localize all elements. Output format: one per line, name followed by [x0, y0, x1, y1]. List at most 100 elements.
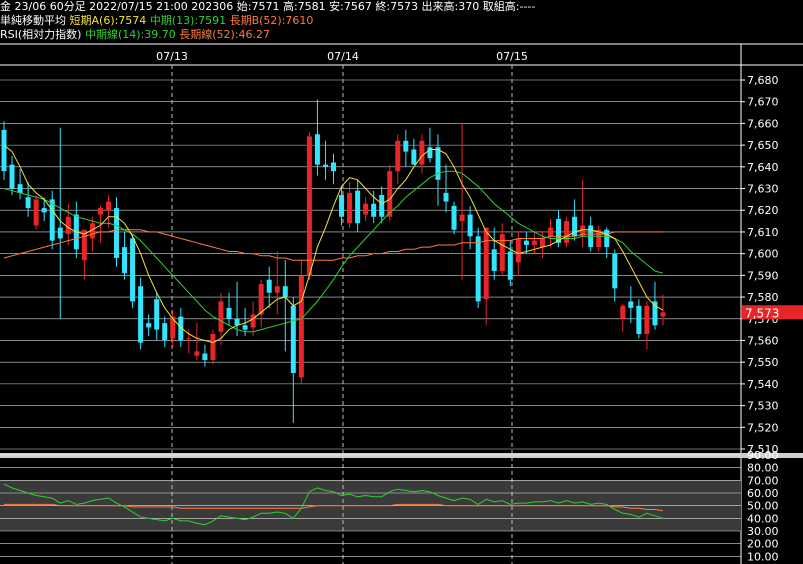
candle-body [25, 197, 31, 209]
rsi-tick-label: 20.00 [747, 538, 779, 551]
candle-body [347, 192, 353, 224]
candle-body [355, 190, 361, 224]
candle-body [49, 199, 55, 241]
candle-body [660, 312, 666, 317]
candle-body [282, 286, 288, 298]
rsi-tick-label: 40.00 [747, 512, 779, 525]
candle-body [387, 171, 393, 217]
candle-body [564, 221, 570, 243]
rsi-tick-label: 90.00 [747, 449, 779, 462]
candle-body [419, 140, 425, 165]
candle-body [290, 305, 296, 374]
price-tick-label: 7,670 [747, 96, 779, 109]
candle-body [636, 305, 642, 334]
candle-body [322, 164, 328, 167]
candle-body [97, 208, 103, 215]
candle-body [395, 140, 401, 172]
candle-body [523, 240, 529, 245]
candle-body [234, 318, 240, 326]
candle-body [1, 129, 7, 172]
rsi-tick-label: 50.00 [747, 500, 779, 513]
rsi-tick-label: 70.00 [747, 474, 779, 487]
date-label: 07/13 [156, 50, 188, 63]
price-tick-label: 7,580 [747, 291, 779, 304]
price-tick-label: 7,600 [747, 248, 779, 261]
candle-body [411, 149, 417, 165]
candle-body [154, 299, 160, 330]
candle-body [274, 286, 280, 293]
candle-body [644, 305, 650, 334]
candle-body [403, 140, 409, 152]
candle-body [298, 275, 304, 378]
candle-body [170, 316, 176, 339]
candle-body [306, 136, 312, 276]
candle-body [114, 208, 120, 258]
candle-body [515, 238, 521, 263]
panel-divider [0, 453, 803, 458]
ma-mid-line [3, 170, 664, 333]
date-label: 07/14 [327, 50, 359, 63]
candle-body [210, 333, 216, 361]
price-tick-label: 7,530 [747, 400, 779, 413]
candle-body [628, 301, 634, 308]
candle-body [218, 301, 224, 332]
price-tick-label: 7,520 [747, 421, 779, 434]
candle-body [483, 227, 489, 300]
candle-body [531, 240, 537, 245]
candle-body [507, 251, 513, 280]
rsi-tick-label: 30.00 [747, 525, 779, 538]
candle-body [339, 195, 345, 217]
candle-body [379, 195, 385, 217]
candle-body [202, 353, 208, 361]
price-chart[interactable]: 7,5107,5207,5307,5407,5507,5607,5707,580… [0, 0, 803, 564]
candle-body [130, 238, 136, 302]
rsi-tick-label: 10.00 [747, 550, 779, 563]
price-tick-label: 7,650 [747, 139, 779, 152]
price-tick-label: 7,640 [747, 161, 779, 174]
price-tick-label: 7,620 [747, 204, 779, 217]
candle-body [162, 323, 168, 341]
candle-body [258, 284, 264, 315]
candle-body [250, 314, 256, 328]
candle-body [612, 253, 618, 289]
candle-body [459, 214, 465, 222]
rsi-tick-label: 60.00 [747, 487, 779, 500]
date-label: 07/15 [496, 50, 528, 63]
candle-body [499, 234, 505, 272]
rsi-tick-label: 80.00 [747, 462, 779, 475]
candle-body [65, 216, 71, 235]
candle-body [33, 199, 39, 226]
price-tick-label: 7,630 [747, 183, 779, 196]
candle-body [604, 229, 610, 248]
candle-body [226, 307, 232, 319]
price-tick-label: 7,680 [747, 74, 779, 87]
candle-body [475, 236, 481, 302]
candle-body [547, 227, 553, 237]
candle-body [363, 203, 369, 215]
candle-body [331, 162, 336, 172]
candle-body [242, 325, 248, 330]
candle-body [539, 238, 545, 248]
candle-body [138, 286, 144, 343]
candle-body [314, 134, 320, 165]
price-tick-label: 7,590 [747, 269, 779, 282]
price-tick-label: 7,560 [747, 334, 779, 347]
candle-body [491, 249, 497, 272]
candle-body [427, 147, 433, 159]
candle-body [194, 351, 200, 356]
price-tick-label: 7,660 [747, 117, 779, 130]
price-tick-label: 7,610 [747, 226, 779, 239]
candle-body [57, 227, 63, 239]
candle-body [443, 192, 449, 202]
candle-body [146, 323, 152, 328]
candle-body [105, 201, 111, 211]
candle-body [435, 147, 441, 180]
candle-body [467, 214, 473, 237]
candle-body [122, 247, 128, 274]
candle-body [266, 279, 272, 293]
candle-body [620, 305, 626, 319]
candle-body [451, 205, 457, 230]
last-price-label: 7,573 [745, 306, 779, 320]
candle-body [371, 203, 377, 217]
candle-body [9, 164, 15, 189]
